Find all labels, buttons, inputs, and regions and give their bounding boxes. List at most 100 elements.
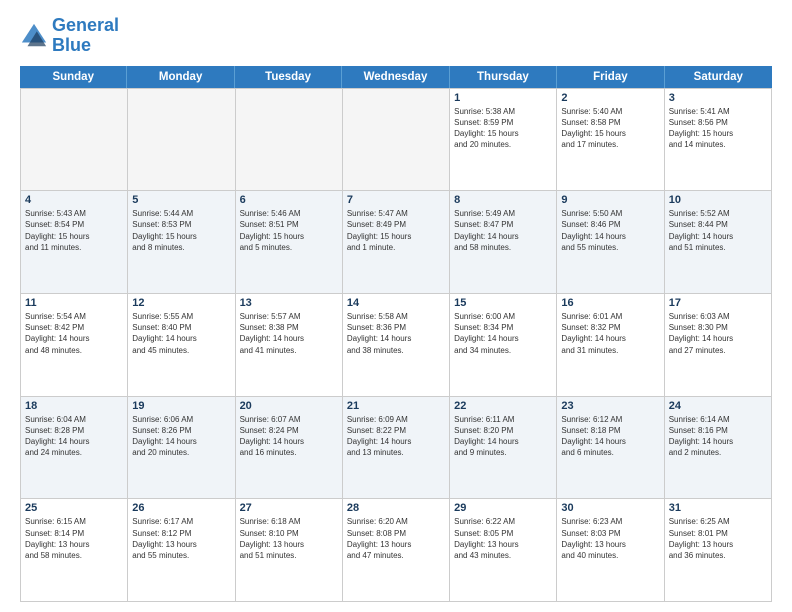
day-number: 27 [240,502,338,514]
calendar-cell: 3 Sunrise: 5:41 AM Sunset: 8:56 PM Daylig… [665,89,772,192]
calendar-cell: 13 Sunrise: 5:57 AM Sunset: 8:38 PM Dayli… [236,294,343,397]
page-header: GeneralBlue [20,16,772,56]
calendar-cell: 18 Sunrise: 6:04 AM Sunset: 8:28 PM Dayli… [21,397,128,500]
calendar-cell: 30 Sunrise: 6:23 AM Sunset: 8:03 PM Dayli… [557,499,664,602]
weekday-header: Friday [557,66,664,88]
calendar-cell: 28 Sunrise: 6:20 AM Sunset: 8:08 PM Dayli… [343,499,450,602]
day-info: Sunrise: 6:00 AM Sunset: 8:34 PM Dayligh… [454,311,552,356]
calendar-row: 11 Sunrise: 5:54 AM Sunset: 8:42 PM Dayli… [21,294,772,397]
day-info: Sunrise: 6:18 AM Sunset: 8:10 PM Dayligh… [240,516,338,561]
day-number: 19 [132,400,230,412]
day-number: 18 [25,400,123,412]
calendar-cell: 25 Sunrise: 6:15 AM Sunset: 8:14 PM Dayli… [21,499,128,602]
day-number: 9 [561,194,659,206]
weekday-header: Sunday [20,66,127,88]
day-info: Sunrise: 6:04 AM Sunset: 8:28 PM Dayligh… [25,414,123,459]
day-info: Sunrise: 5:46 AM Sunset: 8:51 PM Dayligh… [240,208,338,253]
day-info: Sunrise: 5:47 AM Sunset: 8:49 PM Dayligh… [347,208,445,253]
day-number: 12 [132,297,230,309]
day-number: 14 [347,297,445,309]
calendar-cell: 4Sunrise: 5:43 AM Sunset: 8:54 PM Daylig… [21,191,128,294]
day-info: Sunrise: 5:57 AM Sunset: 8:38 PM Dayligh… [240,311,338,356]
day-number: 30 [561,502,659,514]
calendar-header: SundayMondayTuesdayWednesdayThursdayFrid… [20,66,772,88]
day-number: 8 [454,194,552,206]
day-info: Sunrise: 5:54 AM Sunset: 8:42 PM Dayligh… [25,311,123,356]
calendar-cell: 19 Sunrise: 6:06 AM Sunset: 8:26 PM Dayli… [128,397,235,500]
day-number: 13 [240,297,338,309]
calendar-row: 25 Sunrise: 6:15 AM Sunset: 8:14 PM Dayli… [21,499,772,602]
day-info: Sunrise: 5:40 AM Sunset: 8:58 PM Dayligh… [561,106,659,151]
calendar-cell [236,89,343,192]
logo-icon [20,22,48,50]
calendar-row: 1Sunrise: 5:38 AM Sunset: 8:59 PM Daylig… [21,89,772,192]
day-info: Sunrise: 5:55 AM Sunset: 8:40 PM Dayligh… [132,311,230,356]
logo-text: GeneralBlue [52,16,119,56]
day-info: Sunrise: 6:23 AM Sunset: 8:03 PM Dayligh… [561,516,659,561]
calendar-row: 18 Sunrise: 6:04 AM Sunset: 8:28 PM Dayli… [21,397,772,500]
day-info: Sunrise: 6:03 AM Sunset: 8:30 PM Dayligh… [669,311,767,356]
weekday-header: Tuesday [235,66,342,88]
calendar-row: 4Sunrise: 5:43 AM Sunset: 8:54 PM Daylig… [21,191,772,294]
calendar-cell: 12 Sunrise: 5:55 AM Sunset: 8:40 PM Dayli… [128,294,235,397]
day-info: Sunrise: 6:15 AM Sunset: 8:14 PM Dayligh… [25,516,123,561]
weekday-header: Wednesday [342,66,449,88]
day-info: Sunrise: 5:58 AM Sunset: 8:36 PM Dayligh… [347,311,445,356]
calendar-cell: 14 Sunrise: 5:58 AM Sunset: 8:36 PM Dayli… [343,294,450,397]
calendar-cell: 1Sunrise: 5:38 AM Sunset: 8:59 PM Daylig… [450,89,557,192]
day-number: 17 [669,297,767,309]
day-info: Sunrise: 5:41 AM Sunset: 8:56 PM Dayligh… [669,106,767,151]
calendar-cell: 2Sunrise: 5:40 AM Sunset: 8:58 PM Daylig… [557,89,664,192]
day-info: Sunrise: 6:07 AM Sunset: 8:24 PM Dayligh… [240,414,338,459]
calendar-cell: 29 Sunrise: 6:22 AM Sunset: 8:05 PM Dayli… [450,499,557,602]
day-number: 15 [454,297,552,309]
day-info: Sunrise: 6:25 AM Sunset: 8:01 PM Dayligh… [669,516,767,561]
calendar-page: GeneralBlue SundayMondayTuesdayWednesday… [0,0,792,612]
day-number: 25 [25,502,123,514]
day-info: Sunrise: 5:44 AM Sunset: 8:53 PM Dayligh… [132,208,230,253]
calendar-cell: 23 Sunrise: 6:12 AM Sunset: 8:18 PM Dayli… [557,397,664,500]
day-info: Sunrise: 6:17 AM Sunset: 8:12 PM Dayligh… [132,516,230,561]
calendar-cell: 22Sunrise: 6:11 AM Sunset: 8:20 PM Dayli… [450,397,557,500]
calendar: SundayMondayTuesdayWednesdayThursdayFrid… [20,66,772,602]
calendar-body: 1Sunrise: 5:38 AM Sunset: 8:59 PM Daylig… [20,88,772,602]
day-number: 4 [25,194,123,206]
weekday-header: Monday [127,66,234,88]
day-number: 28 [347,502,445,514]
day-info: Sunrise: 6:14 AM Sunset: 8:16 PM Dayligh… [669,414,767,459]
calendar-cell: 5Sunrise: 5:44 AM Sunset: 8:53 PM Daylig… [128,191,235,294]
day-info: Sunrise: 5:52 AM Sunset: 8:44 PM Dayligh… [669,208,767,253]
calendar-cell: 27 Sunrise: 6:18 AM Sunset: 8:10 PM Dayli… [236,499,343,602]
day-number: 23 [561,400,659,412]
day-info: Sunrise: 5:49 AM Sunset: 8:47 PM Dayligh… [454,208,552,253]
day-info: Sunrise: 6:12 AM Sunset: 8:18 PM Dayligh… [561,414,659,459]
calendar-cell: 11 Sunrise: 5:54 AM Sunset: 8:42 PM Dayli… [21,294,128,397]
calendar-cell: 16 Sunrise: 6:01 AM Sunset: 8:32 PM Dayli… [557,294,664,397]
day-info: Sunrise: 6:01 AM Sunset: 8:32 PM Dayligh… [561,311,659,356]
day-info: Sunrise: 6:06 AM Sunset: 8:26 PM Dayligh… [132,414,230,459]
day-number: 7 [347,194,445,206]
day-number: 11 [25,297,123,309]
calendar-cell: 6Sunrise: 5:46 AM Sunset: 8:51 PM Daylig… [236,191,343,294]
day-number: 26 [132,502,230,514]
day-info: Sunrise: 5:38 AM Sunset: 8:59 PM Dayligh… [454,106,552,151]
day-info: Sunrise: 6:11 AM Sunset: 8:20 PM Dayligh… [454,414,552,459]
logo: GeneralBlue [20,16,119,56]
day-number: 16 [561,297,659,309]
day-number: 21 [347,400,445,412]
calendar-cell: 9 Sunrise: 5:50 AM Sunset: 8:46 PM Daylig… [557,191,664,294]
day-info: Sunrise: 6:22 AM Sunset: 8:05 PM Dayligh… [454,516,552,561]
day-number: 24 [669,400,767,412]
day-info: Sunrise: 5:50 AM Sunset: 8:46 PM Dayligh… [561,208,659,253]
weekday-header: Saturday [665,66,772,88]
calendar-cell: 17 Sunrise: 6:03 AM Sunset: 8:30 PM Dayli… [665,294,772,397]
calendar-cell: 31Sunrise: 6:25 AM Sunset: 8:01 PM Dayli… [665,499,772,602]
calendar-cell: 24 Sunrise: 6:14 AM Sunset: 8:16 PM Dayli… [665,397,772,500]
day-info: Sunrise: 6:20 AM Sunset: 8:08 PM Dayligh… [347,516,445,561]
weekday-header: Thursday [450,66,557,88]
calendar-cell: 26 Sunrise: 6:17 AM Sunset: 8:12 PM Dayli… [128,499,235,602]
day-number: 29 [454,502,552,514]
calendar-cell: 15 Sunrise: 6:00 AM Sunset: 8:34 PM Dayli… [450,294,557,397]
day-number: 3 [669,92,767,104]
calendar-cell: 20Sunrise: 6:07 AM Sunset: 8:24 PM Dayli… [236,397,343,500]
